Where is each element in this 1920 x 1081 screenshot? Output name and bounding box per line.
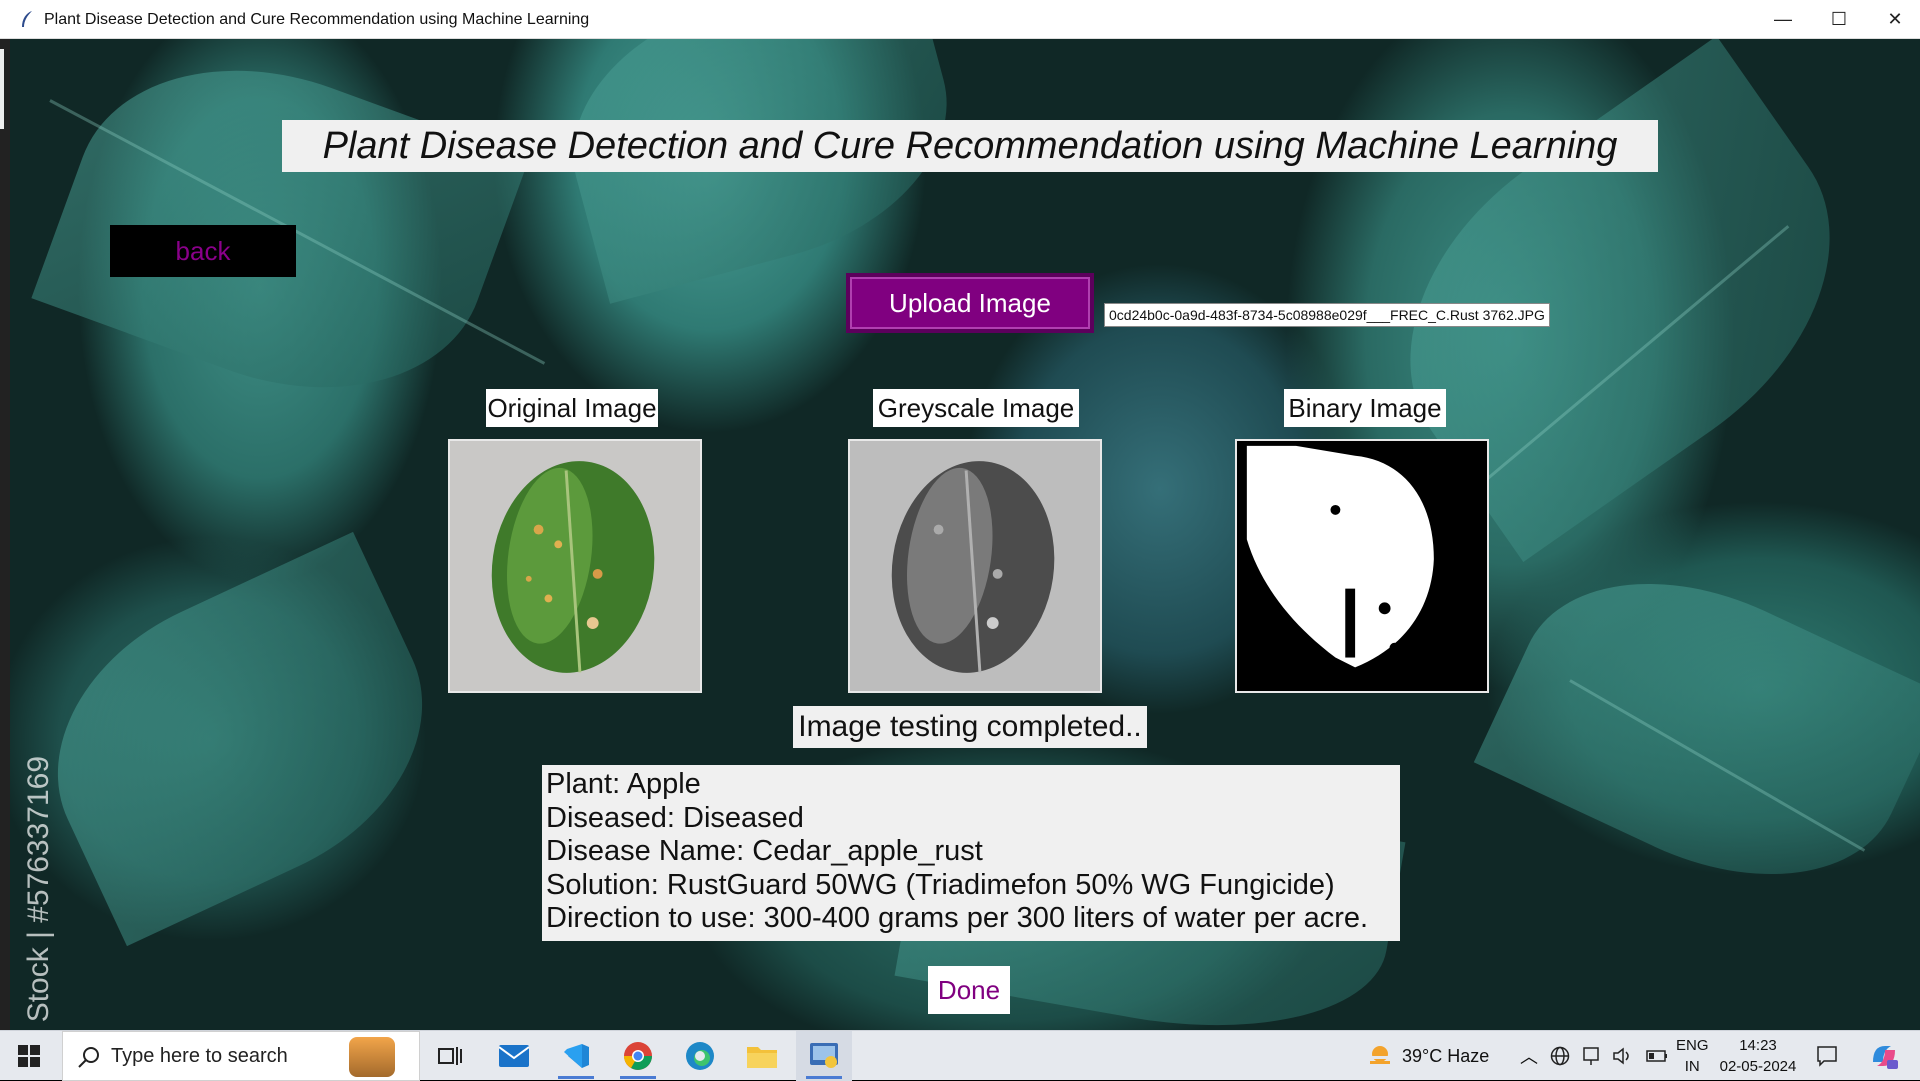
result-panel: Plant: Apple Diseased: Diseased Disease … [542, 765, 1400, 941]
result-direction: Direction to use: 300-400 grams per 300 … [546, 902, 1369, 935]
task-view-icon [438, 1047, 462, 1065]
edge-icon [686, 1042, 714, 1070]
file-explorer-icon [747, 1047, 777, 1068]
feather-icon [22, 11, 32, 27]
leaf-binary-image [1237, 441, 1487, 691]
close-icon: ✕ [1887, 9, 1903, 29]
original-image [448, 439, 702, 693]
globe-icon[interactable] [1550, 1046, 1570, 1066]
result-solution: Solution: RustGuard 50WG (Triadimefon 50… [546, 868, 1335, 901]
copilot-button[interactable] [1856, 1031, 1912, 1081]
leaf-grey-image [850, 441, 1100, 691]
weather-text: 39°C Haze [1402, 1045, 1490, 1066]
language-top: ENG [1676, 1037, 1709, 1054]
done-button[interactable]: Done [928, 966, 1010, 1014]
file-explorer-button[interactable] [734, 1031, 790, 1081]
minimize-icon: — [1774, 9, 1792, 29]
weather-haze-icon [1368, 1046, 1392, 1064]
task-view-button[interactable] [422, 1031, 478, 1081]
taskbar-search-input[interactable]: Type here to search [62, 1031, 420, 1081]
notification-icon [1817, 1046, 1837, 1067]
title-bar: Plant Disease Detection and Cure Recomme… [0, 0, 1920, 39]
uploaded-filename: 0cd24b0c-0a9d-483f-8734-5c08988e029f___F… [1104, 303, 1550, 327]
greyscale-image-label: Greyscale Image [873, 389, 1079, 427]
close-button[interactable]: ✕ [1872, 0, 1918, 39]
clock-date: 02-05-2024 [1719, 1058, 1797, 1075]
maximize-icon: ☐ [1830, 9, 1848, 29]
volume-icon[interactable] [1612, 1046, 1634, 1066]
python-app-button[interactable] [796, 1031, 852, 1081]
upload-image-button[interactable]: Upload Image [846, 273, 1094, 333]
chevron-up-icon[interactable]: ︿ [1520, 1043, 1538, 1069]
vscode-button[interactable] [548, 1031, 604, 1081]
chrome-icon [624, 1042, 652, 1070]
notifications-button[interactable] [1802, 1031, 1852, 1081]
search-highlight-icon [349, 1037, 395, 1077]
language-bottom: IN [1684, 1058, 1700, 1075]
result-diseased: Diseased: Diseased [546, 801, 804, 834]
clock[interactable]: 14:23 02-05-2024 [1718, 1031, 1798, 1081]
mail-icon [499, 1045, 529, 1067]
python-app-icon [810, 1043, 838, 1068]
result-plant: Plant: Apple [546, 768, 701, 800]
copilot-icon [1873, 1046, 1898, 1069]
app-heading: Plant Disease Detection and Cure Recomme… [282, 120, 1658, 172]
status-text: Image testing completed.. [793, 706, 1147, 748]
weather-widget[interactable]: 39°C Haze [1366, 1031, 1489, 1081]
battery-icon[interactable] [1646, 1049, 1668, 1063]
search-icon [78, 1047, 99, 1068]
mail-button[interactable] [486, 1031, 542, 1081]
leaf-color-image [450, 441, 700, 691]
windows-icon [18, 1045, 40, 1067]
minimize-button[interactable]: — [1760, 0, 1806, 39]
taskbar: Type here to search 39°C Haze ︿ ENG IN 1… [0, 1030, 1920, 1081]
binary-image [1235, 439, 1489, 693]
window-left-edge [0, 39, 10, 1030]
binary-image-label: Binary Image [1284, 389, 1446, 427]
stock-watermark: be Stock | #576337169 [22, 755, 55, 1030]
background-leaf [10, 531, 472, 947]
original-image-label: Original Image [486, 389, 658, 427]
start-button[interactable] [0, 1031, 58, 1081]
language-indicator[interactable]: ENG IN [1676, 1031, 1709, 1081]
window-title: Plant Disease Detection and Cure Recomme… [44, 11, 590, 28]
search-placeholder: Type here to search [111, 1044, 288, 1067]
device-icon[interactable] [1582, 1046, 1600, 1066]
vscode-icon [564, 1044, 589, 1068]
greyscale-image [848, 439, 1102, 693]
back-button[interactable]: back [110, 225, 296, 277]
background-leaf [1473, 526, 1920, 932]
maximize-button[interactable]: ☐ [1816, 0, 1862, 39]
system-tray: ︿ [1520, 1031, 1668, 1081]
clock-time: 14:23 [1739, 1037, 1777, 1054]
edge-highlight [0, 49, 4, 129]
result-disease-name: Disease Name: Cedar_apple_rust [546, 835, 983, 868]
chrome-button[interactable] [610, 1031, 666, 1081]
edge-button[interactable] [672, 1031, 728, 1081]
